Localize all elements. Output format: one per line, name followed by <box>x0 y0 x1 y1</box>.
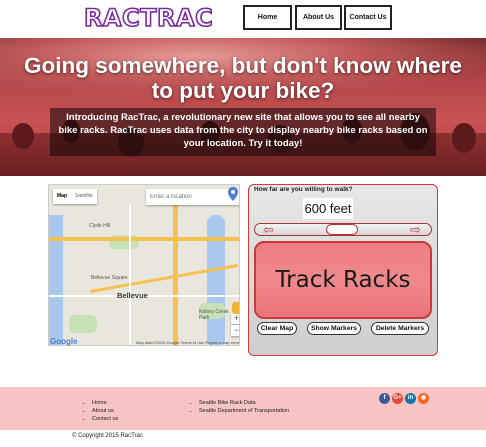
zoom-in-button[interactable]: + <box>231 313 239 324</box>
map-search-box <box>146 189 239 205</box>
track-racks-label: Track Racks <box>275 267 411 293</box>
linkedin-icon[interactable]: in <box>405 393 416 404</box>
map-type-map[interactable]: Map <box>53 189 71 204</box>
clear-map-button[interactable]: Clear Map <box>257 322 297 335</box>
map-place-label: Bellevue Square <box>91 275 128 281</box>
arrow-left-icon[interactable]: ⇦ <box>263 223 274 236</box>
hero-banner: Going somewhere, but don't know where to… <box>0 38 486 176</box>
nav-about-button[interactable]: About Us <box>295 5 342 30</box>
nav-contact-button[interactable]: Contact Us <box>344 5 392 30</box>
zoom-out-button[interactable]: − <box>231 325 239 336</box>
map-place-label: Kelsey Creek Park <box>199 309 229 321</box>
location-pin-icon[interactable] <box>228 187 238 201</box>
hero-description: Introducing RacTrac, a revolutionary new… <box>58 112 428 149</box>
arrow-right-icon[interactable]: ⇨ <box>410 223 421 236</box>
facebook-icon[interactable]: f <box>379 393 390 404</box>
site-header: RACTRAC Home About Us Contact Us <box>0 0 486 38</box>
walk-distance-question: How far are you willing to walk? <box>254 186 353 193</box>
google-logo: Google <box>50 337 78 346</box>
footer-data-links: Seattle Bike Rack Data Seattle Departmen… <box>193 399 289 415</box>
google-map[interactable]: Map Satellite Clyde Hill Bellevue Square… <box>48 184 240 346</box>
site-logo[interactable]: RACTRAC <box>83 3 213 33</box>
google-plus-icon[interactable]: G+ <box>392 393 403 404</box>
street-view-pegman-icon[interactable] <box>232 302 239 314</box>
nav-home-button[interactable]: Home <box>243 5 292 30</box>
delete-markers-button[interactable]: Delete Markers <box>371 322 429 335</box>
map-attribution[interactable]: Map data ©2016 Google Terms of Use Repor… <box>136 340 239 345</box>
track-racks-button[interactable]: Track Racks <box>254 241 432 319</box>
footer-link-sdot[interactable]: Seattle Department of Transportation <box>199 407 289 415</box>
footer-link-about[interactable]: About us <box>92 407 118 415</box>
footer-nav-list: Home About us Contact us <box>86 399 118 423</box>
footer-link-contact[interactable]: Contact us <box>92 415 118 423</box>
map-type-satellite[interactable]: Satellite <box>71 189 97 204</box>
copyright-text: © Copyright 2015 RacTrac <box>72 433 143 439</box>
footer-link-bike-rack-data[interactable]: Seattle Bike Rack Data <box>199 399 289 407</box>
show-markers-button[interactable]: Show Markers <box>307 322 361 335</box>
map-place-label: Clyde Hill <box>89 223 111 229</box>
distance-value: 600 feet <box>303 198 353 219</box>
distance-slider-thumb[interactable] <box>326 224 358 235</box>
map-city-label: Bellevue <box>117 291 148 300</box>
map-type-control[interactable]: Map Satellite <box>53 189 97 204</box>
rss-icon[interactable]: ◉ <box>418 393 429 404</box>
hero-title: Going somewhere, but don't know where to… <box>24 53 462 103</box>
location-search-input[interactable] <box>148 189 239 205</box>
footer-link-home[interactable]: Home <box>92 399 118 407</box>
